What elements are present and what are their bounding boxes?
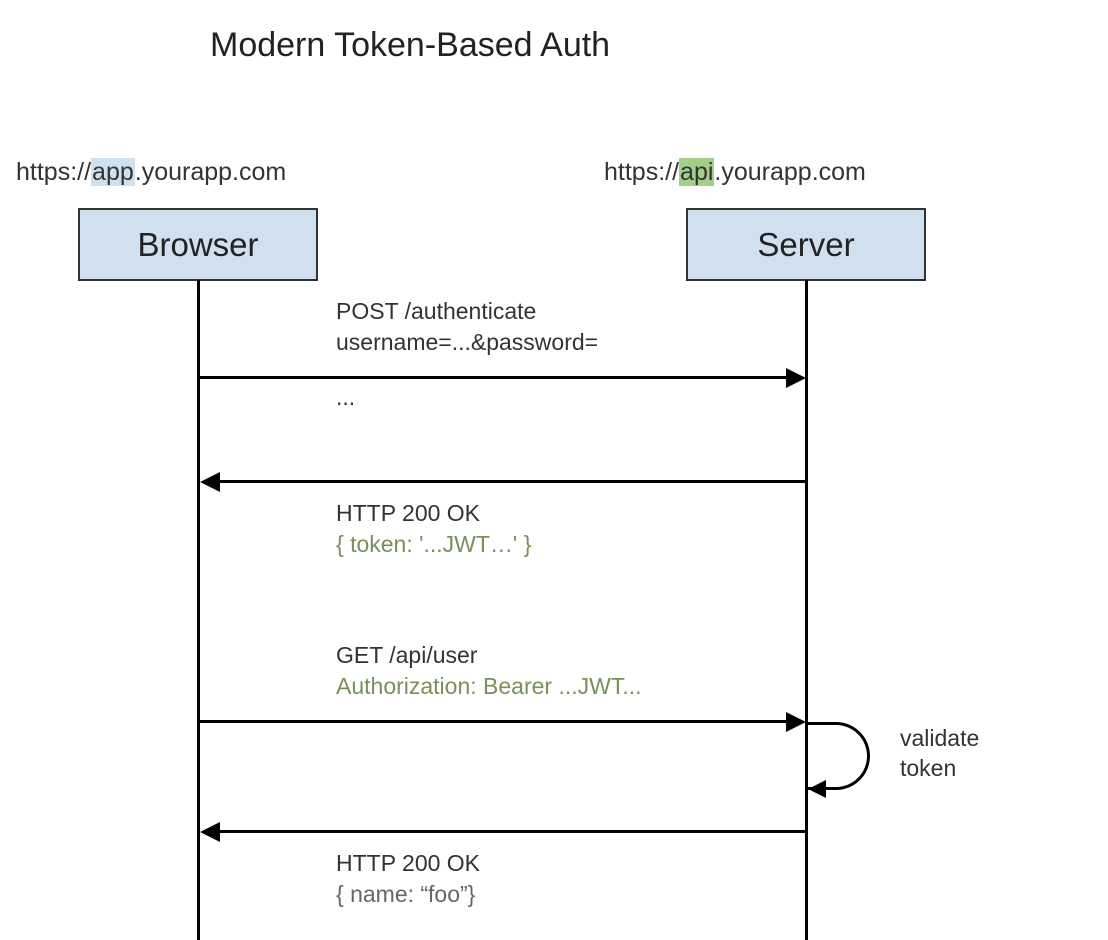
server-url-highlight: api [679, 158, 714, 186]
loop-validate-label: validate token [900, 724, 979, 784]
arrow-authenticate [199, 376, 789, 379]
msg-authenticate-cont: ... [336, 382, 355, 413]
actor-browser: Browser [78, 208, 318, 281]
diagram-title: Modern Token-Based Auth [210, 26, 610, 65]
server-url-pre: https:// [604, 158, 679, 186]
arrow-get-user-head-icon [786, 712, 806, 732]
arrow-authenticate-head-icon [786, 368, 806, 388]
msg-token-response-line2: { token: '...JWT…' } [336, 529, 531, 560]
msg-get-user-line2: Authorization: Bearer ...JWT... [336, 671, 642, 702]
msg-user-response-line1: HTTP 200 OK [336, 848, 480, 879]
msg-token-response-line1: HTTP 200 OK [336, 498, 531, 529]
msg-get-user: GET /api/user Authorization: Bearer ...J… [336, 640, 642, 702]
browser-url-post: .yourapp.com [135, 158, 286, 186]
browser-url-highlight: app [91, 158, 135, 186]
msg-authenticate-line2: username=...&password= [336, 327, 598, 358]
msg-authenticate-line3: ... [336, 382, 355, 413]
server-url: https://api.yourapp.com [604, 158, 866, 187]
actor-server: Server [686, 208, 926, 281]
msg-user-response: HTTP 200 OK { name: “foo”} [336, 848, 480, 910]
msg-get-user-line1: GET /api/user [336, 640, 642, 671]
loop-validate-line2: token [900, 754, 979, 784]
loop-validate-line1: validate [900, 724, 979, 754]
browser-url: https://app.yourapp.com [16, 158, 286, 187]
browser-url-pre: https:// [16, 158, 91, 186]
msg-authenticate: POST /authenticate username=...&password… [336, 296, 598, 358]
arrow-token-response [218, 480, 806, 483]
arrow-token-response-head-icon [200, 472, 220, 492]
msg-authenticate-line1: POST /authenticate [336, 296, 598, 327]
arrow-user-response [218, 830, 806, 833]
msg-token-response: HTTP 200 OK { token: '...JWT…' } [336, 498, 531, 560]
msg-user-response-line2: { name: “foo”} [336, 879, 480, 910]
arrow-get-user [199, 720, 789, 723]
loop-validate-token-head-icon [808, 780, 826, 798]
arrow-user-response-head-icon [200, 822, 220, 842]
server-url-post: .yourapp.com [714, 158, 865, 186]
